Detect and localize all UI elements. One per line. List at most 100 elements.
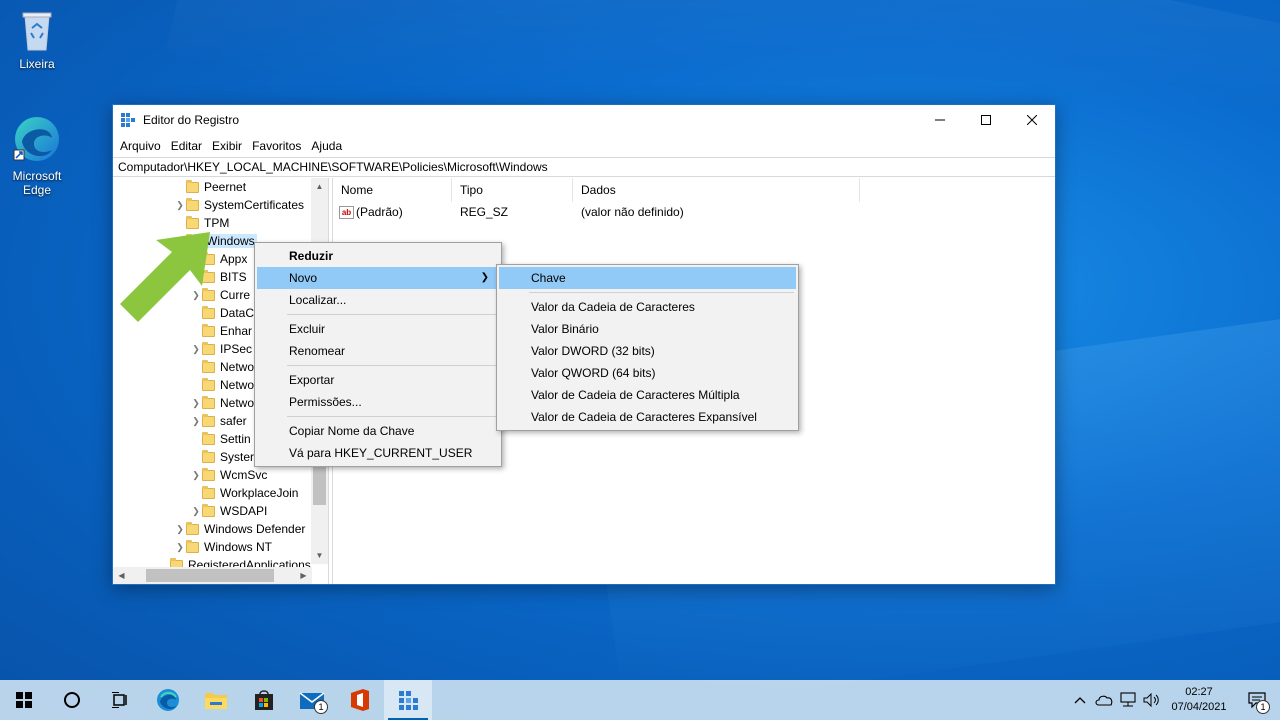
menu-arquivo[interactable]: Arquivo xyxy=(115,139,166,153)
tree-item[interactable]: TPM xyxy=(174,214,229,232)
network-icon[interactable] xyxy=(1116,680,1140,720)
address-bar[interactable]: Computador\HKEY_LOCAL_MACHINE\SOFTWARE\P… xyxy=(113,157,1055,177)
taskbar-edge[interactable] xyxy=(144,680,192,720)
search-button[interactable] xyxy=(48,680,96,720)
taskbar-office[interactable] xyxy=(336,680,384,720)
tree-item[interactable]: ❯ Netwo xyxy=(190,394,254,412)
chevron-right-icon[interactable]: ❯ xyxy=(174,196,186,214)
tree-horizontal-scrollbar[interactable]: ◀ ▶ xyxy=(113,567,312,584)
minimize-button[interactable] xyxy=(917,105,963,135)
taskbar: 1 02:27 07/04/2021 1 xyxy=(0,680,1280,720)
menu-favoritos[interactable]: Favoritos xyxy=(247,139,306,153)
onedrive-cloud-icon[interactable] xyxy=(1092,680,1116,720)
registry-editor-icon xyxy=(121,113,135,127)
chevron-right-icon[interactable]: ❯ xyxy=(190,502,202,520)
chevron-right-icon[interactable]: ❯ xyxy=(174,538,186,556)
menu-exibir[interactable]: Exibir xyxy=(207,139,247,153)
chevron-right-icon[interactable]: ❯ xyxy=(174,520,186,538)
tree-item[interactable]: Settin xyxy=(190,430,251,448)
scrollbar-thumb[interactable] xyxy=(146,569,274,582)
taskbar-store[interactable] xyxy=(240,680,288,720)
chevron-up-icon[interactable] xyxy=(1068,680,1092,720)
column-nome[interactable]: Nome xyxy=(333,178,452,202)
column-header: Nome Tipo Dados xyxy=(333,178,1055,202)
registry-editor-icon xyxy=(399,691,418,710)
menu-item-copiar-nome[interactable]: Copiar Nome da Chave xyxy=(257,420,499,442)
folder-icon xyxy=(202,503,215,517)
tree-item[interactable]: ❯ IPSec xyxy=(190,340,252,358)
start-button[interactable] xyxy=(0,680,48,720)
tree-item[interactable]: ❯ safer xyxy=(190,412,247,430)
menu-item-novo[interactable]: Novo ❯ xyxy=(257,267,499,289)
scroll-left-icon[interactable]: ◀ xyxy=(113,567,130,584)
task-view-icon xyxy=(112,692,127,708)
folder-icon xyxy=(202,359,215,373)
volume-icon[interactable] xyxy=(1140,680,1164,720)
submenu-item-expandable-string-value[interactable]: Valor de Cadeia de Caracteres Expansível xyxy=(499,406,796,428)
tree-item[interactable]: Netwo xyxy=(190,376,254,394)
menu-item-renomear[interactable]: Renomear xyxy=(257,340,499,362)
close-button[interactable] xyxy=(1009,105,1055,135)
notification-badge: 1 xyxy=(1256,700,1270,714)
notification-center-button[interactable]: 1 xyxy=(1234,680,1280,720)
taskbar-mail[interactable]: 1 xyxy=(288,680,336,720)
office-icon xyxy=(351,689,369,711)
tree-item[interactable]: Netwo xyxy=(190,358,254,376)
menu-item-excluir[interactable]: Excluir xyxy=(257,318,499,340)
store-bag-icon xyxy=(255,690,273,710)
tree-item[interactable]: ❯ Windows Defender xyxy=(174,520,305,538)
taskbar-file-explorer[interactable] xyxy=(192,680,240,720)
tree-item[interactable]: ❯ WSDAPI xyxy=(190,502,267,520)
folder-icon xyxy=(202,431,215,445)
submenu-item-dword-value[interactable]: Valor DWORD (32 bits) xyxy=(499,340,796,362)
submenu-item-string-value[interactable]: Valor da Cadeia de Caracteres xyxy=(499,296,796,318)
menu-editar[interactable]: Editar xyxy=(166,139,207,153)
maximize-icon xyxy=(981,115,991,125)
search-circle-icon xyxy=(64,692,80,708)
chevron-right-icon[interactable]: ❯ xyxy=(190,340,202,358)
column-dados[interactable]: Dados xyxy=(573,178,860,202)
submenu-item-multi-string-value[interactable]: Valor de Cadeia de Caracteres Múltipla xyxy=(499,384,796,406)
menu-separator xyxy=(287,314,497,315)
tree-item[interactable]: Syster xyxy=(190,448,254,466)
folder-icon xyxy=(186,539,199,553)
menu-item-localizar[interactable]: Localizar... xyxy=(257,289,499,311)
menu-item-va-para-hkcu[interactable]: Vá para HKEY_CURRENT_USER xyxy=(257,442,499,464)
value-data: (valor não definido) xyxy=(581,205,684,219)
folder-icon xyxy=(202,413,215,427)
tree-item[interactable]: WorkplaceJoin xyxy=(190,484,298,502)
chevron-right-icon[interactable]: ❯ xyxy=(190,466,202,484)
edge-icon xyxy=(157,689,179,711)
menu-item-reduzir[interactable]: Reduzir xyxy=(257,245,499,267)
submenu-item-binary-value[interactable]: Valor Binário xyxy=(499,318,796,340)
tree-item[interactable]: ❯ WcmSvc xyxy=(190,466,267,484)
tree-item[interactable]: ❯ Windows NT xyxy=(174,538,272,556)
submenu-item-chave[interactable]: Chave xyxy=(499,267,796,289)
tree-item[interactable]: ❯ SystemCertificates xyxy=(174,196,304,214)
submenu-item-qword-value[interactable]: Valor QWORD (64 bits) xyxy=(499,362,796,384)
desktop-icon-edge[interactable]: Microsoft Edge xyxy=(2,114,72,197)
tree-item[interactable]: Peernet xyxy=(174,178,246,196)
desktop-icon-recycle-bin[interactable]: Lixeira xyxy=(2,8,72,71)
taskbar-registry-editor[interactable] xyxy=(384,680,432,720)
chevron-right-icon: ❯ xyxy=(480,272,489,283)
scroll-up-icon[interactable]: ▲ xyxy=(311,178,328,195)
desktop-icon-label: Lixeira xyxy=(19,57,55,71)
chevron-right-icon[interactable]: ❯ xyxy=(190,394,202,412)
title-bar[interactable]: Editor do Registro xyxy=(113,105,1055,135)
scroll-down-icon[interactable]: ▼ xyxy=(311,547,328,564)
scroll-right-icon[interactable]: ▶ xyxy=(295,567,312,584)
menu-ajuda[interactable]: Ajuda xyxy=(306,139,347,153)
value-row[interactable]: ab (Padrão) REG_SZ (valor não definido) xyxy=(333,202,1055,222)
clock-date: 07/04/2021 xyxy=(1171,701,1227,713)
menu-item-permissoes[interactable]: Permissões... xyxy=(257,391,499,413)
maximize-button[interactable] xyxy=(963,105,1009,135)
chevron-right-icon[interactable]: ❯ xyxy=(190,412,202,430)
new-submenu: Chave Valor da Cadeia de Caracteres Valo… xyxy=(496,264,799,431)
menu-item-exportar[interactable]: Exportar xyxy=(257,369,499,391)
system-tray: 02:27 07/04/2021 1 xyxy=(1068,680,1280,720)
menu-separator xyxy=(529,292,794,293)
clock[interactable]: 02:27 07/04/2021 xyxy=(1164,685,1234,715)
task-view-button[interactable] xyxy=(96,680,144,720)
column-tipo[interactable]: Tipo xyxy=(452,178,573,202)
